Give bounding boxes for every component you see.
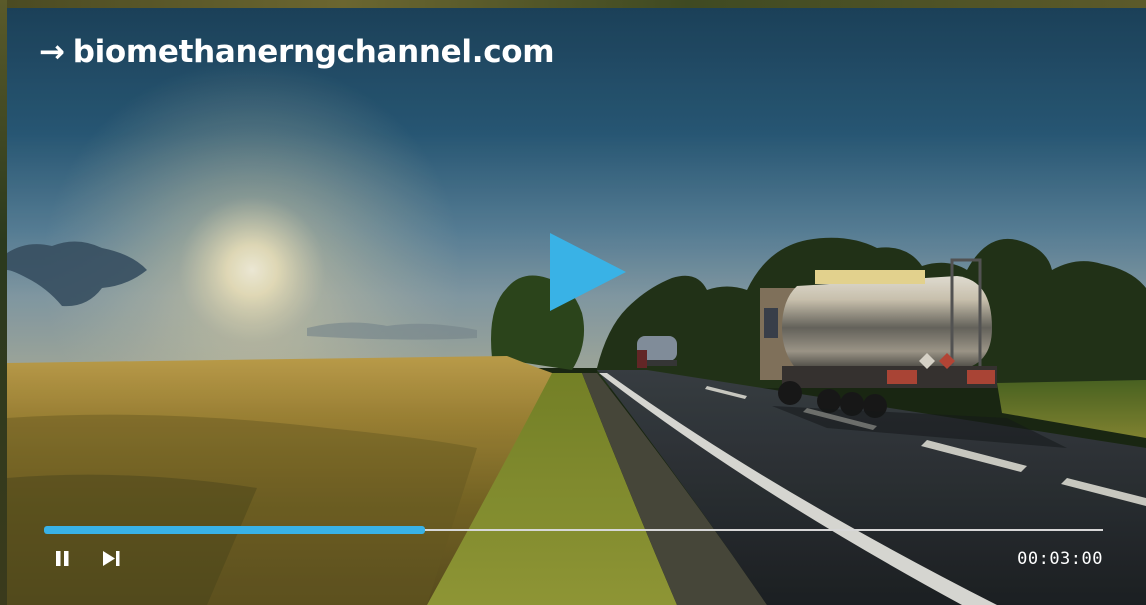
video-player-frame: → biomethanerngchannel.com 00:03:00 xyxy=(0,0,1146,605)
time-display: 00:03:00 xyxy=(1017,549,1103,569)
arrow-right-icon: → xyxy=(39,34,65,70)
skip-next-icon[interactable] xyxy=(101,546,123,570)
pause-icon[interactable] xyxy=(53,546,73,570)
left-border-strip xyxy=(0,0,7,605)
top-border-strip xyxy=(0,0,1146,8)
progress-fill[interactable] xyxy=(44,526,425,534)
channel-link-text: biomethanerngchannel.com xyxy=(72,34,555,70)
channel-link[interactable]: → biomethanerngchannel.com xyxy=(39,34,555,70)
video-area[interactable]: → biomethanerngchannel.com 00:03:00 xyxy=(7,8,1146,605)
play-icon[interactable] xyxy=(548,233,628,311)
